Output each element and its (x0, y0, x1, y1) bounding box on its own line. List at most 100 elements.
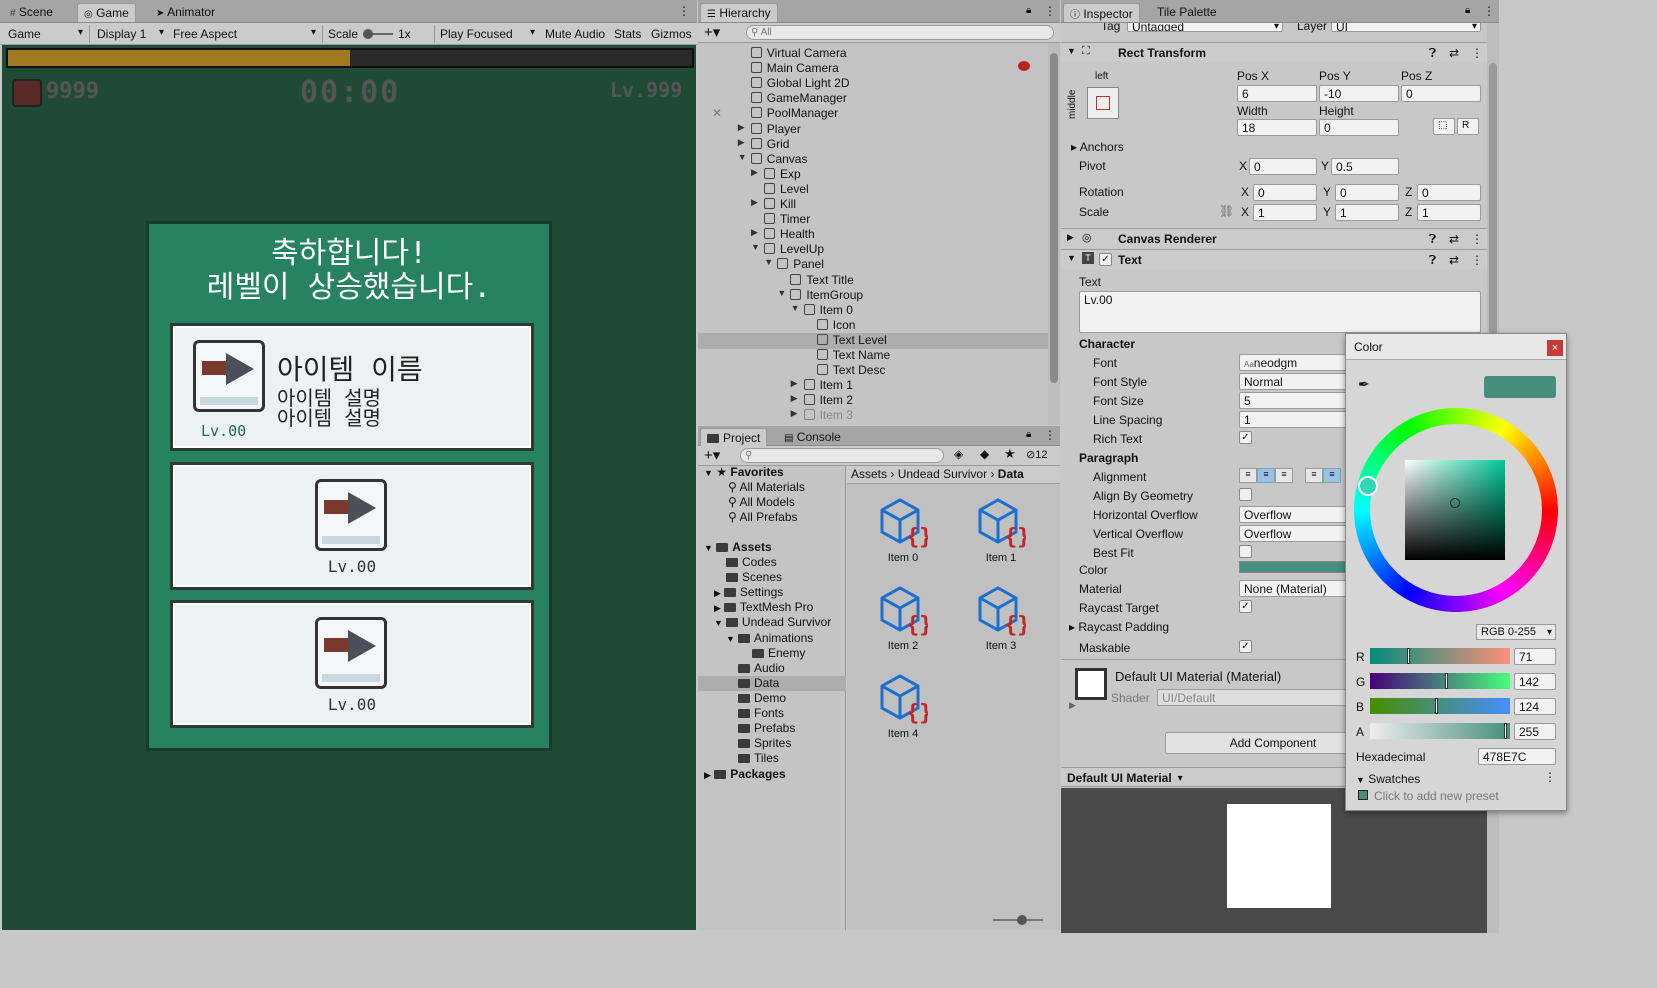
item-card-0[interactable]: Lv.00 아이템 이름 아이템 설명 아이템 설명 (170, 323, 534, 451)
hierarchy-row[interactable]: ▼ Item 0 (698, 303, 1048, 319)
foldout-arrow-icon[interactable]: ▶ (738, 137, 745, 148)
hex-field[interactable]: 478E7C (1478, 748, 1556, 765)
project-folder[interactable]: ▶ Settings (714, 585, 783, 600)
foldout-arrow-icon[interactable]: ▶ (738, 122, 745, 133)
r-field[interactable]: 71 (1514, 648, 1556, 665)
b-field[interactable]: 124 (1514, 698, 1556, 715)
rotation-z-field[interactable]: 0 (1417, 184, 1481, 201)
asset-item[interactable]: {} Item 0 (868, 496, 938, 564)
saturation-value-square[interactable] (1405, 460, 1505, 560)
hierarchy-row[interactable]: ▼ LevelUp (698, 242, 1048, 258)
filter-type-icon[interactable]: ◈ (954, 447, 963, 461)
help-icon[interactable]: ❓︎ (1429, 232, 1436, 247)
hierarchy-row[interactable]: ▶ Item 2 (698, 393, 1048, 409)
favorites-folder[interactable]: ▼ ★ Favorites (704, 465, 784, 480)
raycast-padding-foldout[interactable]: ▸ Raycast Padding (1069, 620, 1169, 634)
item-card-2[interactable]: Lv.00 (170, 600, 534, 728)
project-folder[interactable]: Codes (726, 555, 777, 570)
favorites-item[interactable]: ⚲ All Materials (728, 480, 805, 495)
stats-button[interactable]: Stats (610, 25, 645, 43)
tab-game[interactable]: ◎ Game (77, 3, 136, 22)
preview-title-dropdown[interactable]: Default UI Material (1067, 771, 1186, 785)
scale-slider[interactable] (363, 29, 393, 39)
more-menu-icon[interactable]: ⋮ (1044, 4, 1056, 18)
hue-handle[interactable] (1358, 476, 1378, 496)
hierarchy-row[interactable]: Text Title (698, 273, 1048, 289)
scale-x-field[interactable]: 1 (1253, 204, 1317, 221)
text-enabled-checkbox[interactable]: ✓ (1099, 253, 1112, 266)
hierarchy-row[interactable]: GameManager (698, 91, 1048, 107)
project-folder[interactable]: Enemy (752, 646, 805, 661)
favorites-item[interactable]: ⚲ All Models (728, 495, 795, 510)
lock-icon[interactable]: 🔒︎ (1465, 5, 1470, 16)
align-top-button[interactable]: ≡ (1305, 468, 1323, 483)
a-field[interactable]: 255 (1514, 723, 1556, 740)
more-menu-icon[interactable]: ⋮ (678, 4, 690, 18)
foldout-arrow-icon[interactable]: ▶ (1067, 232, 1074, 243)
display-dropdown[interactable]: Display 1 (93, 25, 167, 43)
best-fit-checkbox[interactable] (1239, 545, 1252, 558)
asset-item[interactable]: {} Item 1 (966, 496, 1036, 564)
foldout-arrow-icon[interactable]: ▼ (1067, 46, 1076, 56)
project-folder[interactable]: Sprites (738, 736, 791, 751)
hierarchy-row[interactable]: ▶ Kill (698, 197, 1048, 213)
anchor-preset-button[interactable] (1087, 87, 1119, 119)
align-left-button[interactable]: ≡ (1239, 468, 1257, 483)
foldout-arrow-icon[interactable]: ▶ (751, 167, 758, 178)
align-center-button[interactable]: ≡ (1257, 468, 1275, 483)
tab-tile-palette[interactable]: Tile Palette (1151, 3, 1223, 22)
preset-swatch[interactable] (1358, 790, 1368, 800)
more-menu-icon[interactable]: ⋮ (1483, 4, 1495, 18)
pos-x-field[interactable]: 6 (1237, 85, 1317, 102)
help-icon[interactable]: ❓︎ (1429, 46, 1436, 61)
r-slider-handle[interactable] (1407, 648, 1411, 664)
tab-project[interactable]: Project (700, 428, 768, 446)
g-field[interactable]: 142 (1514, 673, 1556, 690)
pos-y-field[interactable]: -10 (1319, 85, 1399, 102)
scale-z-field[interactable]: 1 (1417, 204, 1481, 221)
asset-item[interactable]: {} Item 3 (966, 584, 1036, 652)
hierarchy-row[interactable]: Level (698, 182, 1048, 198)
project-folder[interactable]: Audio (738, 661, 785, 676)
align-middle-button[interactable]: ≡ (1323, 468, 1341, 483)
lock-icon[interactable]: 🔒︎ (1026, 5, 1031, 16)
project-search-input[interactable]: ⚲ (740, 448, 944, 463)
hierarchy-row[interactable]: ▶ Grid (698, 137, 1048, 153)
project-folder[interactable]: ▼ Animations (726, 631, 813, 646)
foldout-arrow-icon[interactable]: ▶ (751, 227, 758, 238)
foldout-arrow-icon[interactable]: ▼ (751, 242, 760, 252)
layer-dropdown[interactable]: UI (1331, 23, 1481, 32)
anchors-foldout[interactable]: ▸ Anchors (1071, 140, 1124, 154)
color-mode-dropdown[interactable]: RGB 0-255 (1476, 624, 1556, 640)
help-icon[interactable]: ❓︎ (1429, 253, 1436, 268)
asset-item[interactable]: {} Item 4 (868, 672, 938, 740)
shader-dropdown[interactable]: UI/Default (1157, 689, 1357, 706)
hierarchy-row[interactable]: ▼ ItemGroup (698, 288, 1048, 304)
add-preset-hint[interactable]: Click to add new preset (1374, 789, 1499, 803)
text-component-header[interactable]: ▼ T ✓ Text ❓︎ ⇄ ⋮ (1061, 249, 1487, 269)
g-slider[interactable] (1370, 673, 1510, 689)
hierarchy-scrollbar[interactable] (1048, 43, 1060, 425)
more-menu-icon[interactable]: ⋮ (1471, 232, 1483, 246)
foldout-arrow-icon[interactable]: ▶ (751, 197, 758, 208)
eyedropper-icon[interactable]: ✒ (1358, 376, 1370, 393)
lock-icon[interactable]: 🔒︎ (1026, 429, 1031, 440)
project-folder[interactable]: Tiles (738, 751, 779, 766)
label-icon[interactable]: ◆ (980, 447, 989, 461)
maskable-checkbox[interactable]: ✓ (1239, 640, 1252, 653)
project-folder[interactable]: Data (698, 675, 846, 691)
aspect-dropdown[interactable]: Free Aspect (169, 25, 319, 43)
project-folder[interactable]: Prefabs (738, 721, 795, 736)
text-value-area[interactable]: Lv.00 (1079, 291, 1481, 333)
hierarchy-row[interactable]: Icon (698, 318, 1048, 334)
width-field[interactable]: 18 (1237, 119, 1317, 136)
add-icon[interactable]: +▾ (704, 23, 720, 41)
hierarchy-row[interactable]: ▶ Exp (698, 167, 1048, 183)
r-slider[interactable] (1370, 648, 1510, 664)
rich-text-checkbox[interactable]: ✓ (1239, 431, 1252, 444)
canvas-renderer-header[interactable]: ▶ ◎ Canvas Renderer ❓︎ ⇄ ⋮ (1061, 228, 1487, 248)
game-view[interactable]: 9999 00:00 Lv.999 축하합니다! 레벨이 상승했습니다. Lv.… (2, 45, 696, 930)
pos-z-field[interactable]: 0 (1401, 85, 1481, 102)
hierarchy-row[interactable]: Text Level (698, 332, 1048, 349)
star-icon[interactable]: ★ (1004, 446, 1016, 462)
